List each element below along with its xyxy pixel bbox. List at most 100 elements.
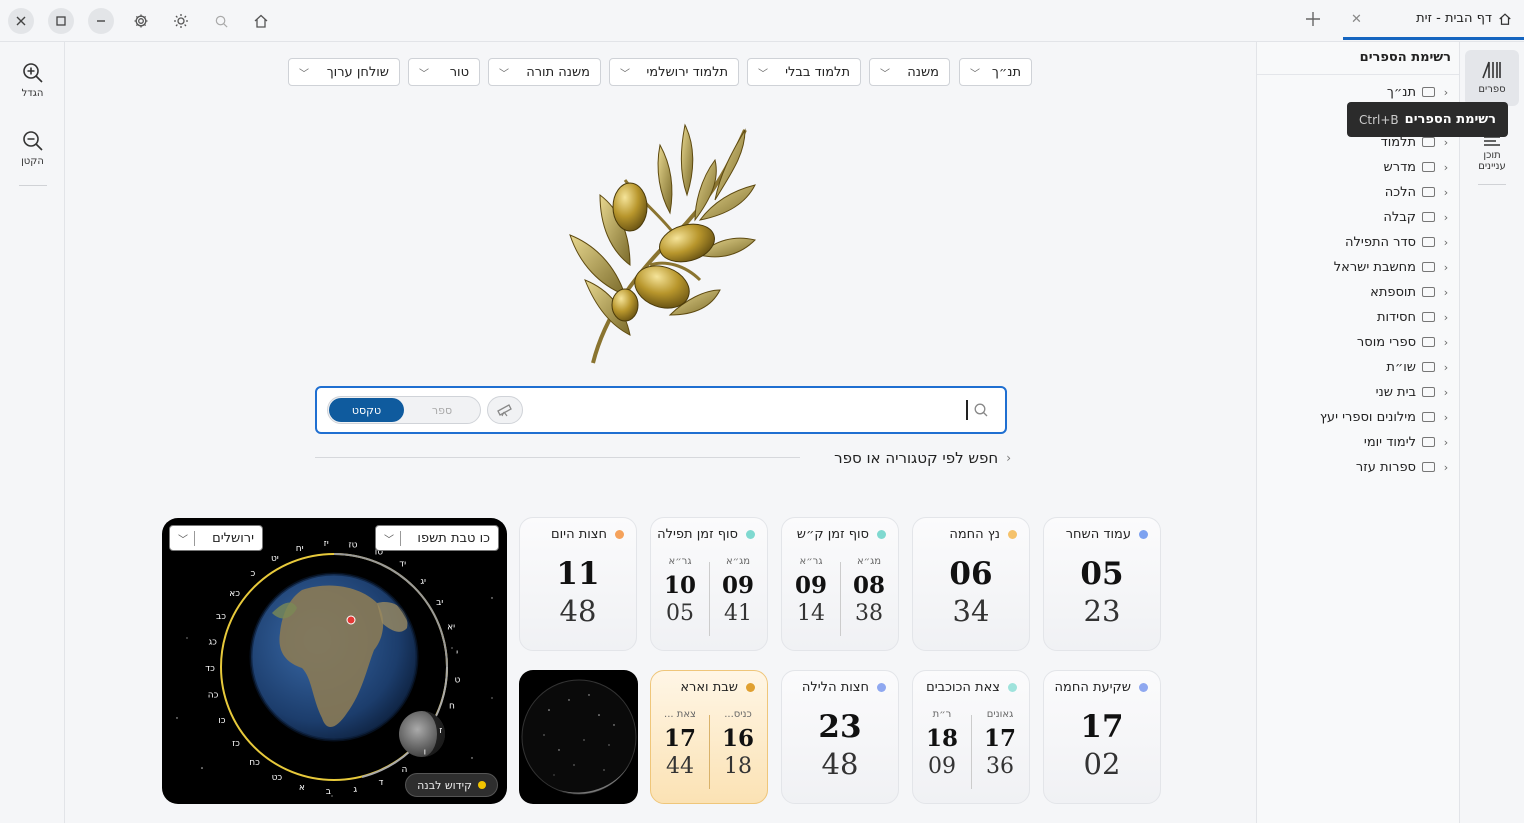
zman-title: שקיעת החמה xyxy=(1054,680,1131,695)
category-button-label: שולחן ערוך xyxy=(326,64,389,80)
maximize-icon xyxy=(56,16,66,26)
rail-books-button[interactable]: ספרים xyxy=(1465,50,1519,106)
category-button-label: תלמוד בבלי xyxy=(785,64,850,80)
zoom-in-button[interactable]: הגדל xyxy=(0,62,65,99)
book-category-item[interactable]: ‹ תנ״ך xyxy=(1387,82,1451,102)
chevron-down-icon: ﹀ xyxy=(620,68,630,80)
zman-minute: 44 xyxy=(666,754,694,779)
home-icon xyxy=(254,14,268,28)
orbit-day-label: ט xyxy=(454,675,460,685)
chevron-left-icon: ‹ xyxy=(1443,460,1449,474)
book-category-item[interactable]: ‹ שו״ת xyxy=(1386,357,1451,377)
date-value: כו טבת תשפו xyxy=(417,530,490,546)
date-selector[interactable]: כו טבת תשפו ﹀ xyxy=(375,525,499,551)
zman-dot xyxy=(746,530,755,539)
book-category-item[interactable]: ‹ הלכה xyxy=(1385,182,1451,202)
zman-hour: 08 xyxy=(852,572,885,599)
book-category-item[interactable]: ‹ מילונים וספרי יעץ xyxy=(1320,407,1451,427)
category-button-mishne-tora[interactable]: משנה תורה ﹀ xyxy=(488,58,601,86)
maximize-window-button[interactable] xyxy=(48,8,74,34)
zman-minute: 09 xyxy=(928,754,956,779)
chevron-left-icon: ‹ xyxy=(1443,335,1449,349)
tab-close-icon[interactable]: ✕ xyxy=(1351,12,1362,27)
gear-icon xyxy=(134,14,148,28)
book-category-label: ספרי מוסר xyxy=(1356,334,1416,350)
chevron-left-icon: ‹ xyxy=(1443,160,1449,174)
book-category-label: שו״ת xyxy=(1386,359,1416,375)
divider xyxy=(709,715,710,789)
book-category-item[interactable]: ‹ חסידות xyxy=(1377,307,1451,327)
zman-title: עמוד השחר xyxy=(1065,527,1131,542)
theme-toggle-button[interactable] xyxy=(168,8,194,34)
rail-books-label: ספרים xyxy=(1478,84,1506,95)
chevron-left-icon: ‹ xyxy=(1443,260,1449,274)
zman-minute: 38 xyxy=(855,601,883,626)
orbit-day-label: טז xyxy=(349,541,358,551)
book-category-item[interactable]: ‹ בית שני xyxy=(1376,382,1451,402)
zman-opinion-label: גאונים xyxy=(986,709,1014,720)
home-button[interactable] xyxy=(248,8,274,34)
zman-hour: 17 xyxy=(983,725,1016,752)
book-category-item[interactable]: ‹ ספרות עזר xyxy=(1356,457,1451,477)
chevron-down-icon: ﹀ xyxy=(419,68,429,80)
moon-phase-icon xyxy=(521,679,637,795)
orbit-day-label: כג xyxy=(208,637,217,647)
zman-opinion-label: מג״א xyxy=(856,556,882,567)
category-search-link[interactable]: ‹ חפש לפי קטגוריה או ספר xyxy=(315,446,1011,470)
category-button-bavli[interactable]: תלמוד בבלי ﹀ xyxy=(747,58,861,86)
zman-title: חצות הלילה xyxy=(801,680,869,695)
zman-title: סוף זמן ק״ש xyxy=(796,527,869,542)
search-mode-book-option[interactable]: ספר xyxy=(406,398,478,422)
orbit-day-label: כו xyxy=(218,716,225,726)
tab-home[interactable]: דף הבית - זית ✕ xyxy=(1343,0,1524,40)
chevron-down-icon: ﹀ xyxy=(499,68,509,80)
zman-hour: 06 xyxy=(949,556,993,592)
book-category-item[interactable]: ‹ תוספתא xyxy=(1370,282,1451,302)
tooltip-shortcut: Ctrl+B xyxy=(1359,112,1399,127)
tab-title: דף הבית - זית xyxy=(1416,11,1492,26)
close-window-button[interactable] xyxy=(8,8,34,34)
zman-hour: 23 xyxy=(818,709,862,745)
zman-title: צאת הכוכבים xyxy=(926,680,1000,695)
zman-title: שבת וארא xyxy=(680,680,738,695)
category-button-tanach[interactable]: תנ״ך ﹀ xyxy=(959,58,1032,86)
city-selector[interactable]: ירושלים ﹀ xyxy=(169,525,263,551)
earth-moon-card: א ב ג ד ה ו ז ח ט י יא יב יג יד טו טז יז יח יט כ כא כב כג כד כה כ… xyxy=(162,518,507,804)
orbit-day-label: כט xyxy=(272,773,283,783)
book-category-item[interactable]: ‹ קבלה xyxy=(1383,207,1451,227)
new-tab-button[interactable] xyxy=(1304,10,1322,28)
category-button-tur[interactable]: טור ﹀ xyxy=(408,58,480,86)
zman-title: סוף זמן תפילה xyxy=(657,527,738,542)
zman-card-tefila: סוף זמן תפילה מג״א 09 41 גר״א 10 05 xyxy=(650,517,768,651)
book-category-item[interactable]: ‹ מדרש xyxy=(1384,157,1451,177)
zoom-out-icon xyxy=(22,131,43,151)
orbit-day-label: יט xyxy=(271,554,279,564)
chevron-left-icon: ‹ xyxy=(1443,385,1449,399)
folder-icon xyxy=(1422,262,1435,272)
search-mode-text-option[interactable]: טקסט xyxy=(329,398,404,422)
search-button[interactable] xyxy=(208,8,234,34)
chevron-down-icon: ﹀ xyxy=(299,68,309,80)
moon-phase-card xyxy=(519,670,638,804)
zoom-out-button[interactable]: הקטן xyxy=(0,130,65,167)
book-category-item[interactable]: ‹ ספרי מוסר xyxy=(1357,332,1451,352)
book-category-item[interactable]: ‹ לימוד יומי xyxy=(1364,432,1451,452)
chevron-down-icon: ﹀ xyxy=(880,68,890,80)
book-category-label: חסידות xyxy=(1376,309,1416,325)
chevron-left-icon: ‹ xyxy=(1443,210,1449,224)
book-category-item[interactable]: ‹ סדר התפילה xyxy=(1345,232,1451,252)
advanced-search-button[interactable] xyxy=(487,396,523,424)
settings-button[interactable] xyxy=(128,8,154,34)
orbit-day-label: יא xyxy=(447,622,455,632)
category-button-yerushalmi[interactable]: תלמוד ירושלמי ﹀ xyxy=(609,58,739,86)
zman-card-tzet: צאת הכוכבים גאונים 17 36 ר״ת 18 09 xyxy=(912,670,1030,804)
folder-icon xyxy=(1422,387,1435,397)
book-category-item[interactable]: ‹ מחשבת ישראל xyxy=(1334,257,1451,277)
category-button-shulchan-aruch[interactable]: שולחן ערוך ﹀ xyxy=(288,58,400,86)
kiddush-levana-badge[interactable]: קידוש לבנה xyxy=(405,773,498,797)
tooltip: רשימת הספרים Ctrl+B xyxy=(1347,102,1508,137)
rail-toc-button[interactable]: תוכן עניינים xyxy=(1465,134,1519,178)
category-button-mishna[interactable]: משנה ﹀ xyxy=(869,58,950,86)
minimize-window-button[interactable] xyxy=(88,8,114,34)
zman-minute: 02 xyxy=(1083,747,1121,781)
